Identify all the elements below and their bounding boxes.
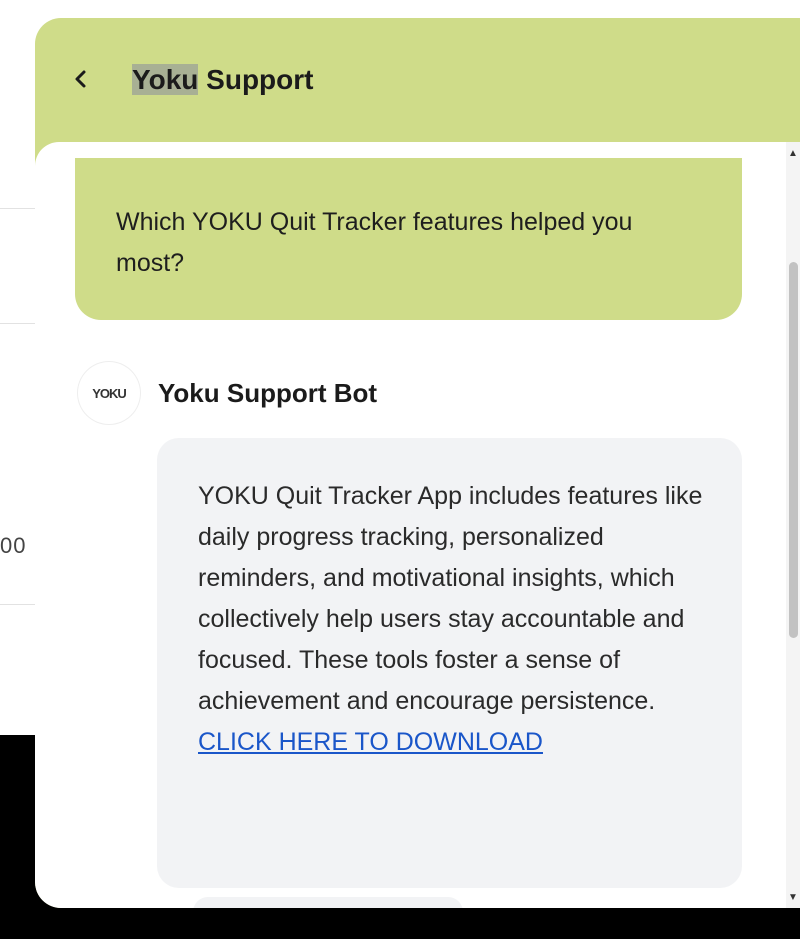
scrollbar-thumb[interactable] [789,262,798,638]
chat-scrollbar[interactable]: ▲ ▼ [786,142,800,908]
user-message-bubble: Which YOKU Quit Tracker features helped … [75,158,742,320]
bot-message-text: YOKU Quit Tracker App includes features … [198,482,703,715]
user-message-text: Which YOKU Quit Tracker features helped … [116,208,633,277]
chat-header: Yoku Support [35,18,800,142]
chat-messages: Which YOKU Quit Tracker features helped … [35,142,800,908]
background-text-fragment: 00 [0,533,27,558]
yoku-logo: YOKU [92,385,127,401]
back-button[interactable] [65,62,95,96]
bot-message-bubble: YOKU Quit Tracker App includes features … [157,438,742,888]
scroll-up-arrow-icon[interactable]: ▲ [786,146,800,160]
bot-avatar: YOKU [78,362,140,424]
chat-title-highlight: Yoku [132,64,199,95]
chevron-left-icon [75,70,86,88]
download-link[interactable]: CLICK HERE TO DOWNLOAD [198,728,543,756]
next-message-bubble [193,897,463,908]
bot-name: Yoku Support Bot [158,378,378,408]
chat-title: Yoku Support [132,64,313,96]
chat-title-rest: Support [198,64,314,95]
scroll-down-arrow-icon[interactable]: ▼ [786,890,800,904]
chat-widget: Yoku Support Which YOKU Quit Tracker fea… [35,18,800,908]
